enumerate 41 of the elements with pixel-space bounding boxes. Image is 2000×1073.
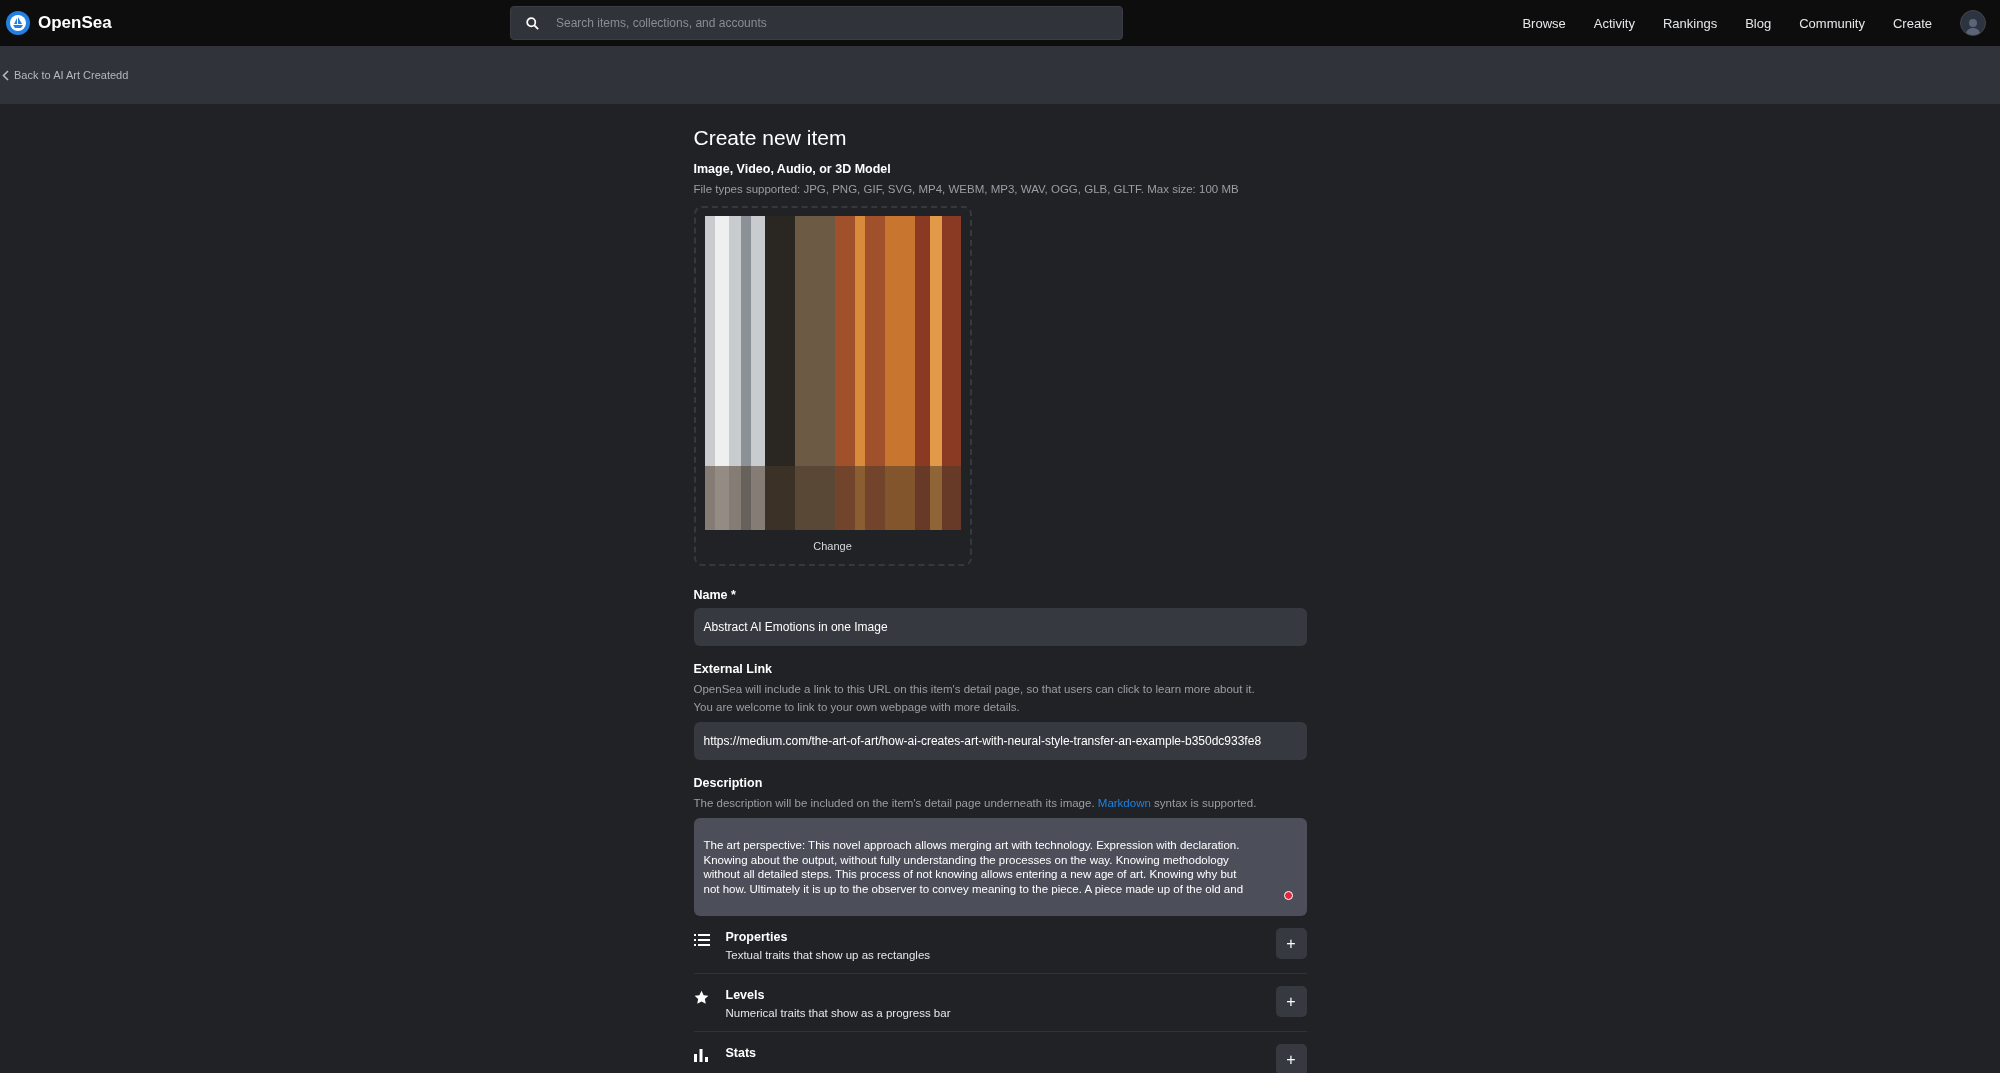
add-button[interactable]: + <box>1275 1044 1307 1073</box>
markdown-link[interactable]: Markdown <box>1097 797 1151 809</box>
nav-link[interactable]: Browse <box>1522 15 1566 31</box>
nav-link[interactable]: Blog <box>1745 15 1772 31</box>
chevron-left-icon[interactable] <box>2 69 9 81</box>
media-upload-area[interactable]: Change <box>693 206 972 566</box>
add-button[interactable]: + <box>1275 928 1307 959</box>
page-title: Create new item <box>693 126 848 150</box>
section-title: Levels <box>725 988 766 1002</box>
add-button[interactable]: + <box>1275 986 1307 1017</box>
avatar[interactable] <box>1960 10 1986 36</box>
section-subtitle: Textual traits that show up as rectangles <box>725 949 932 961</box>
search-icon <box>525 15 540 31</box>
url-field[interactable]: https://medium.com/the-art-of-art/how-ai-creates-art-with-neural-style-transfer-an-example-b350dc933fe8 <box>693 722 1307 760</box>
section-title: Stats <box>725 1046 758 1060</box>
field-label: Name * <box>693 588 737 602</box>
section-subtitle: Numerical traits that show as a progress bar <box>725 1007 952 1019</box>
nav-link[interactable]: Community <box>1799 15 1865 31</box>
field-hint: The description will be included on the item's detail page underneath its image. Markdown syntax is supported. <box>693 796 1258 811</box>
status-dot-icon[interactable] <box>1283 891 1293 900</box>
description-field[interactable]: The art perspective: This novel approach allows merging art with technology. Expression with declaration. Knowing about the output, without fully understanding the processes on the way. Knowing methodology without all detailed steps. This process of not knowing allows entering a new age of art. Knowing why but not how. Ultimately it is up to the observer to convey meaning to the piece. A piece made up of the old and <box>693 818 1307 916</box>
field-hint: File types supported: JPG, PNG, GIF, SVG, MP4, WEBM, MP3, WAV, OGG, GLB, GLTF. Max size: 100 MB <box>693 182 1240 197</box>
search-bar[interactable]: Search items, collections, and accounts <box>510 6 1123 40</box>
nav-link[interactable]: Create <box>1892 15 1932 31</box>
field-hint: You are welcome to link to your own webpage with more details. <box>693 700 1021 715</box>
section-title: Properties <box>725 930 789 944</box>
list-icon <box>693 934 710 946</box>
bar-chart-icon <box>693 1049 708 1062</box>
field-label: Description <box>693 776 764 790</box>
nav-link[interactable]: Activity <box>1593 15 1635 31</box>
field-label: External Link <box>693 662 773 676</box>
name-field[interactable]: Abstract AI Emotions in one Image <box>693 608 1307 646</box>
search-field[interactable]: Search items, collections, and accounts <box>554 15 1108 31</box>
back-link[interactable]: Back to AI Art Createdd <box>14 69 129 81</box>
nav-link[interactable]: Rankings <box>1663 15 1718 31</box>
field-hint: OpenSea will include a link to this URL on this item's detail page, so that users can click to learn more about it. <box>693 682 1256 697</box>
logo-icon[interactable] <box>6 11 30 35</box>
change-button[interactable]: Change <box>807 539 858 553</box>
brand-name[interactable]: OpenSea <box>38 13 112 33</box>
star-icon <box>693 990 709 1005</box>
field-label: Image, Video, Audio, or 3D Model <box>693 162 892 176</box>
